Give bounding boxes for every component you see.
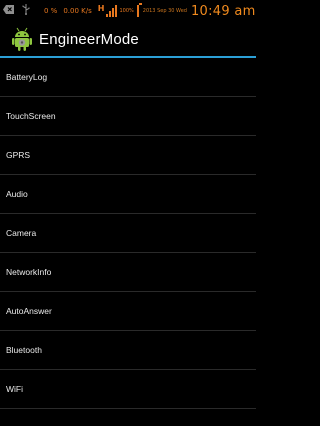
menu-item-gprs[interactable]: GPRS — [0, 136, 256, 175]
menu-item-label: TouchScreen — [6, 111, 56, 121]
status-date: 2013 Sep 30 Wed — [142, 7, 187, 14]
status-time: 10:49 am — [190, 3, 256, 19]
menu-item-label: BatteryLog — [6, 72, 48, 82]
menu-item-label: WiFi — [6, 384, 23, 394]
menu-item-autoanswer[interactable]: AutoAnswer — [0, 292, 256, 331]
menu-item-label: GPRS — [6, 150, 31, 160]
back-icon — [3, 5, 14, 17]
menu-item-batterylog[interactable]: BatteryLog — [0, 58, 256, 97]
network-type-label: H — [97, 4, 105, 13]
menu-item-label: AutoAnswer — [6, 306, 52, 316]
menu-item-label: Camera — [6, 228, 37, 238]
action-bar: EngineerMode — [0, 22, 256, 58]
engineer-menu-list: BatteryLog TouchScreen GPRS Audio Camera… — [0, 58, 256, 409]
usb-icon — [22, 4, 30, 18]
status-bar: 0 % 0.00 K/s H 100% 2013 Sep 30 Wed 10:4… — [0, 0, 256, 22]
signal-icon — [106, 5, 118, 17]
menu-item-touchscreen[interactable]: TouchScreen — [0, 97, 256, 136]
network-percent: 0 % — [44, 6, 58, 15]
menu-item-audio[interactable]: Audio — [0, 175, 256, 214]
menu-item-camera[interactable]: Camera — [0, 214, 256, 253]
menu-item-networkinfo[interactable]: NetworkInfo — [0, 253, 256, 292]
app-title: EngineerMode — [39, 30, 139, 48]
menu-item-wifi[interactable]: WiFi — [0, 370, 256, 409]
signal-indicator: H — [98, 5, 118, 17]
menu-item-label: Bluetooth — [6, 345, 42, 355]
menu-item-label: Audio — [6, 189, 28, 199]
android-robot-icon[interactable] — [9, 26, 35, 52]
network-speed: 0.00 K/s — [63, 6, 92, 15]
battery-percent: 100% — [119, 7, 134, 14]
menu-item-label: NetworkInfo — [6, 267, 52, 277]
battery-icon — [136, 3, 142, 17]
menu-item-bluetooth[interactable]: Bluetooth — [0, 331, 256, 370]
